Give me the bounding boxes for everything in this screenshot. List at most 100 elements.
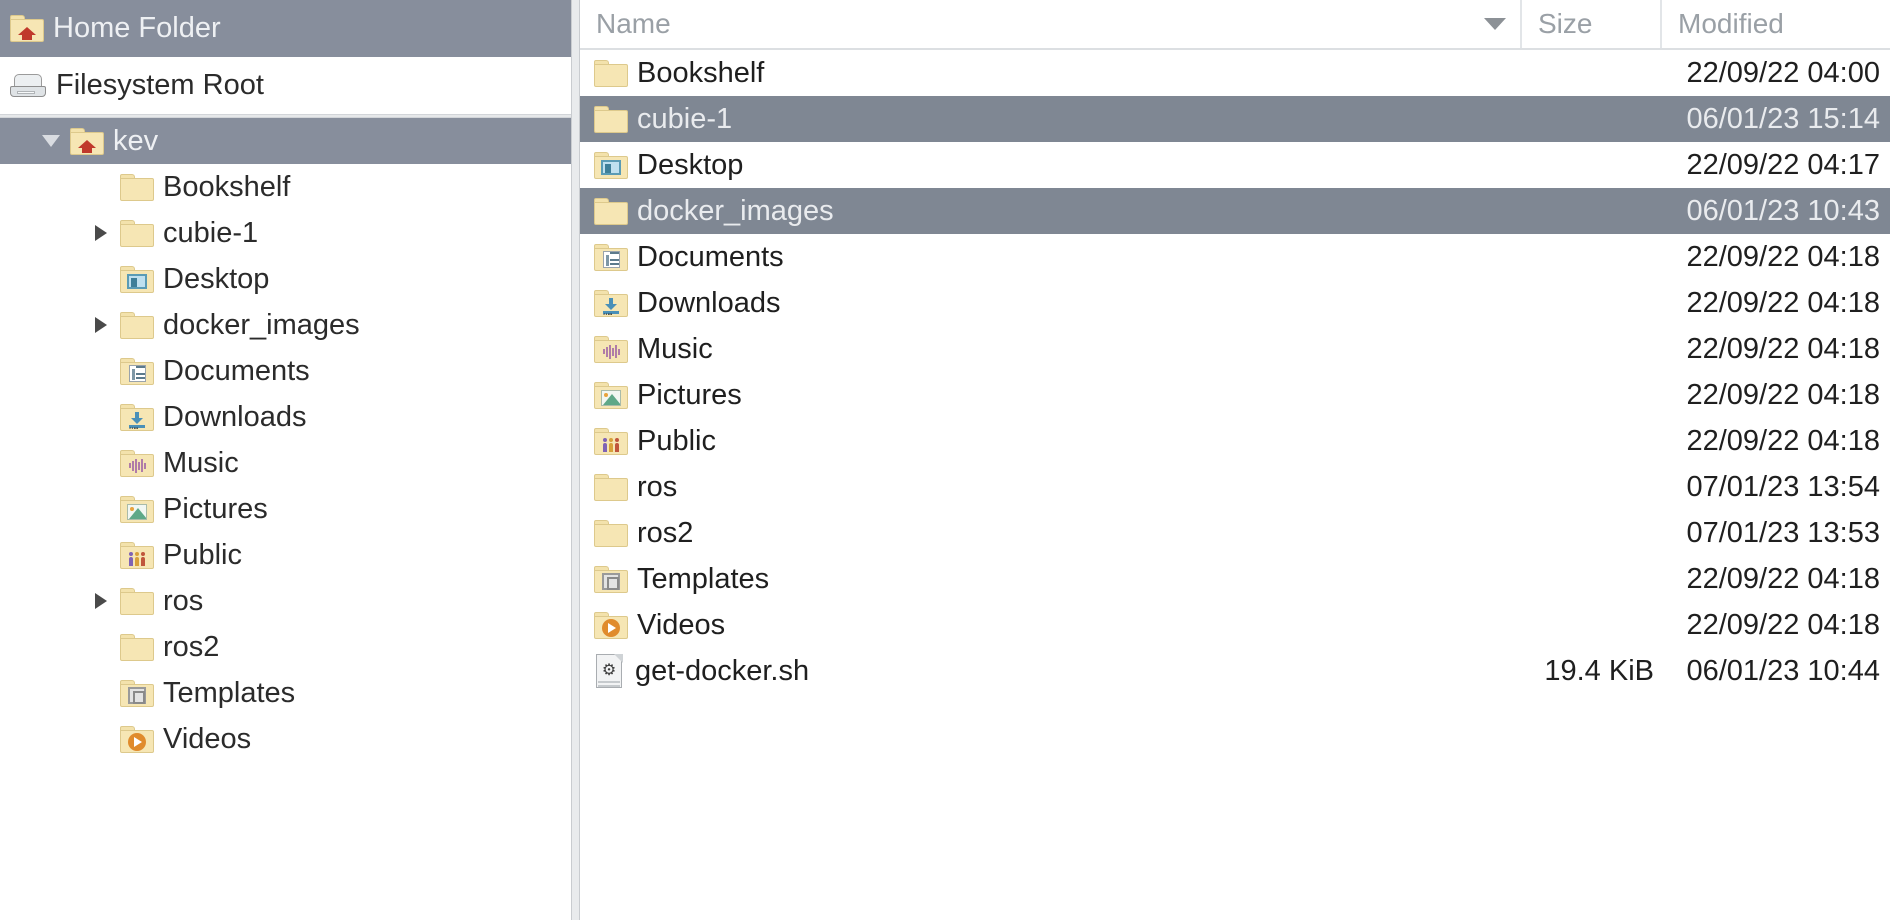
sidebar-item-label: docker_images <box>163 308 360 341</box>
table-row[interactable]: Videos 22/09/22 04:18 <box>580 602 1890 648</box>
sidebar-item-desktop[interactable]: Desktop <box>0 256 577 302</box>
sidebar-item-bookshelf[interactable]: Bookshelf <box>0 164 577 210</box>
table-row[interactable]: Music 22/09/22 04:18 <box>580 326 1890 372</box>
file-name-cell: Videos <box>580 609 1520 642</box>
file-name-label: ros2 <box>637 516 694 549</box>
file-modified-cell: 22/09/22 04:18 <box>1686 286 1880 319</box>
file-modified-cell: 22/09/22 04:17 <box>1686 148 1880 181</box>
table-row[interactable]: Desktop 22/09/22 04:17 <box>580 142 1890 188</box>
file-modified-cell: 22/09/22 04:18 <box>1686 378 1880 411</box>
file-modified-cell: 07/01/23 13:53 <box>1686 516 1880 549</box>
shell-script-icon: ⚙ <box>594 654 624 688</box>
sidebar-item-kev[interactable]: kev <box>0 118 577 164</box>
column-header-size[interactable]: Size <box>1520 0 1660 48</box>
folder-icon <box>120 311 154 339</box>
sidebar-item-ros2[interactable]: ros2 <box>0 624 577 670</box>
chevron-right-icon[interactable] <box>82 317 120 333</box>
file-name-label: get-docker.sh <box>635 654 810 687</box>
file-name-label: Documents <box>637 240 784 273</box>
table-row[interactable]: Documents 22/09/22 04:18 <box>580 234 1890 280</box>
folder-icon <box>594 197 628 225</box>
templates-folder-icon <box>594 565 628 593</box>
sidebar-item-label: ros <box>163 584 204 617</box>
table-row[interactable]: docker_images 06/01/23 10:43 <box>580 188 1890 234</box>
file-list-pane: Name Size Modified Bookshelf 22/09/22 04:… <box>580 0 1890 920</box>
sort-descending-arrow-icon[interactable] <box>1484 18 1506 30</box>
folder-icon <box>594 105 628 133</box>
file-name-cell: docker_images <box>580 195 1520 228</box>
file-name-cell: ros <box>580 471 1520 504</box>
table-row[interactable]: ros2 07/01/23 13:53 <box>580 510 1890 556</box>
file-name-label: ros <box>637 470 678 503</box>
pictures-folder-icon <box>594 381 628 409</box>
sidebar-shortcut-filesystem-root[interactable]: Filesystem Root <box>0 57 577 114</box>
table-row[interactable]: ros 07/01/23 13:54 <box>580 464 1890 510</box>
documents-folder-icon <box>120 357 154 385</box>
table-row[interactable]: Public 22/09/22 04:18 <box>580 418 1890 464</box>
drive-icon <box>10 73 46 99</box>
table-row[interactable]: ⚙ get-docker.sh 19.4 KiB 06/01/23 10:44 <box>580 648 1890 694</box>
sidebar-item-music[interactable]: Music <box>0 440 577 486</box>
public-folder-icon <box>594 427 628 455</box>
file-modified-cell: 06/01/23 15:14 <box>1686 102 1880 135</box>
sidebar-item-label: Desktop <box>163 262 270 295</box>
sidebar-item-label: Music <box>163 446 239 479</box>
file-name-label: Templates <box>637 562 770 595</box>
table-row[interactable]: Pictures 22/09/22 04:18 <box>580 372 1890 418</box>
sidebar-item-label: kev <box>113 124 159 157</box>
sidebar-item-label: Documents <box>163 354 310 387</box>
file-name-cell: Pictures <box>580 379 1520 412</box>
file-name-cell: Templates <box>580 563 1520 596</box>
pane-divider[interactable] <box>571 0 580 920</box>
chevron-right-icon[interactable] <box>82 225 120 241</box>
sidebar-item-label: Videos <box>163 722 252 755</box>
file-manager-window: Home Folder Filesystem Root kev Bookshelf c… <box>0 0 1890 920</box>
sidebar-item-docker-images[interactable]: docker_images <box>0 302 577 348</box>
sidebar-item-downloads[interactable]: Downloads <box>0 394 577 440</box>
file-name-cell: Bookshelf <box>580 57 1520 90</box>
table-row[interactable]: Downloads 22/09/22 04:18 <box>580 280 1890 326</box>
file-name-cell: cubie-1 <box>580 103 1520 136</box>
column-header: Name Size Modified <box>580 0 1890 50</box>
sidebar-item-public[interactable]: Public <box>0 532 577 578</box>
sidebar-item-ros[interactable]: ros <box>0 578 577 624</box>
downloads-folder-icon <box>120 403 154 431</box>
home-folder-icon <box>10 15 44 42</box>
sidebar-item-label: Public <box>163 538 242 571</box>
shortcut-list: Home Folder Filesystem Root <box>0 0 577 114</box>
pictures-folder-icon <box>120 495 154 523</box>
column-header-modified[interactable]: Modified <box>1660 0 1890 48</box>
downloads-folder-icon <box>594 289 628 317</box>
table-row[interactable]: Templates 22/09/22 04:18 <box>580 556 1890 602</box>
videos-folder-icon <box>594 611 628 639</box>
chevron-down-icon[interactable] <box>32 135 70 147</box>
sidebar-shortcut-home-folder[interactable]: Home Folder <box>0 0 577 57</box>
table-row[interactable]: cubie-1 06/01/23 15:14 <box>580 96 1890 142</box>
sidebar-item-videos[interactable]: Videos <box>0 716 577 762</box>
file-modified-cell: 07/01/23 13:54 <box>1686 470 1880 503</box>
sidebar-item-templates[interactable]: Templates <box>0 670 577 716</box>
file-name-cell: Music <box>580 333 1520 366</box>
videos-folder-icon <box>120 725 154 753</box>
sidebar-item-pictures[interactable]: Pictures <box>0 486 577 532</box>
sidebar-item-label: cubie-1 <box>163 216 259 249</box>
file-name-label: Videos <box>637 608 726 641</box>
file-name-label: Desktop <box>637 148 744 181</box>
file-modified-cell: 22/09/22 04:00 <box>1686 56 1880 89</box>
file-size-cell: 19.4 KiB <box>1544 654 1654 687</box>
folder-icon <box>594 473 628 501</box>
sidebar-item-label: ros2 <box>163 630 220 663</box>
templates-folder-icon <box>120 679 154 707</box>
documents-folder-icon <box>594 243 628 271</box>
file-name-label: Pictures <box>637 378 742 411</box>
sidebar-item-cubie-1[interactable]: cubie-1 <box>0 210 577 256</box>
column-header-name[interactable]: Name <box>580 0 1520 48</box>
music-folder-icon <box>120 449 154 477</box>
sidebar-item-documents[interactable]: Documents <box>0 348 577 394</box>
table-row[interactable]: Bookshelf 22/09/22 04:00 <box>580 50 1890 96</box>
chevron-right-icon[interactable] <box>82 593 120 609</box>
public-folder-icon <box>120 541 154 569</box>
file-name-label: cubie-1 <box>637 102 733 135</box>
file-modified-cell: 22/09/22 04:18 <box>1686 424 1880 457</box>
file-name-cell: Desktop <box>580 149 1520 182</box>
